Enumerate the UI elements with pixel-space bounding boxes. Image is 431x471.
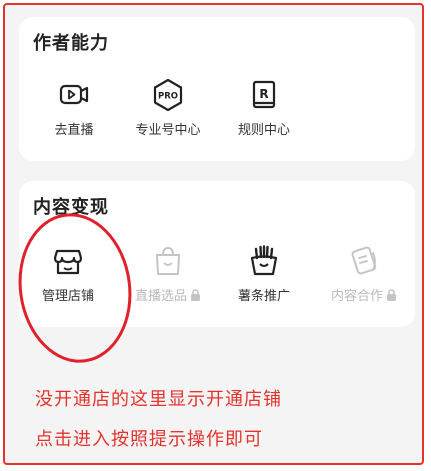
live-product-selection-label: 直播选品 (134, 289, 187, 304)
content-cooperation-button[interactable]: 内容合作 (319, 243, 409, 304)
live-video-icon (59, 84, 89, 105)
svg-text:PRO: PRO (158, 92, 178, 102)
pro-center-label: 专业号中心 (135, 123, 201, 138)
fries-icon (250, 245, 278, 276)
section-title: 内容变现 (33, 197, 109, 218)
lock-icon (191, 289, 200, 301)
rules-center-label: 规则中心 (237, 123, 290, 138)
rules-book-icon: R (252, 80, 276, 109)
annotation-line-2: 点击进入按照提示操作即可 (35, 429, 263, 450)
go-live-label: 去直播 (54, 123, 94, 138)
cooperation-icon (351, 246, 377, 275)
creator-abilities-card: 作者能力 去直播 PRO 专业号中心 R 规则中心 (19, 17, 415, 161)
pro-badge-icon: PRO (153, 78, 183, 112)
screenshot-frame: 作者能力 去直播 PRO 专业号中心 R 规则中心 内容变现 管理店铺 直播选品… (3, 3, 424, 465)
live-product-selection-button[interactable]: 直播选品 (123, 243, 213, 304)
annotation-line-1: 没开通店的这里显示开通店铺 (35, 389, 282, 410)
content-cooperation-label-wrap: 内容合作 (319, 285, 409, 304)
rules-center-button[interactable]: R 规则中心 (219, 77, 309, 138)
svg-text:R: R (259, 87, 268, 101)
manage-store-button[interactable]: 管理店铺 (23, 243, 113, 304)
lock-icon (387, 289, 396, 301)
content-cooperation-label: 内容合作 (330, 289, 383, 304)
pro-center-button[interactable]: PRO 专业号中心 (123, 77, 213, 138)
manage-store-label: 管理店铺 (41, 289, 94, 304)
shopping-bag-icon (156, 246, 180, 275)
fries-promotion-label: 薯条推广 (237, 289, 290, 304)
store-icon (53, 249, 83, 275)
content-monetization-card: 内容变现 管理店铺 直播选品 薯条推广 内容合作 (19, 181, 415, 327)
fries-promotion-button[interactable]: 薯条推广 (219, 243, 309, 304)
go-live-button[interactable]: 去直播 (29, 77, 119, 138)
live-product-selection-label-wrap: 直播选品 (123, 285, 213, 304)
section-title: 作者能力 (33, 33, 109, 54)
